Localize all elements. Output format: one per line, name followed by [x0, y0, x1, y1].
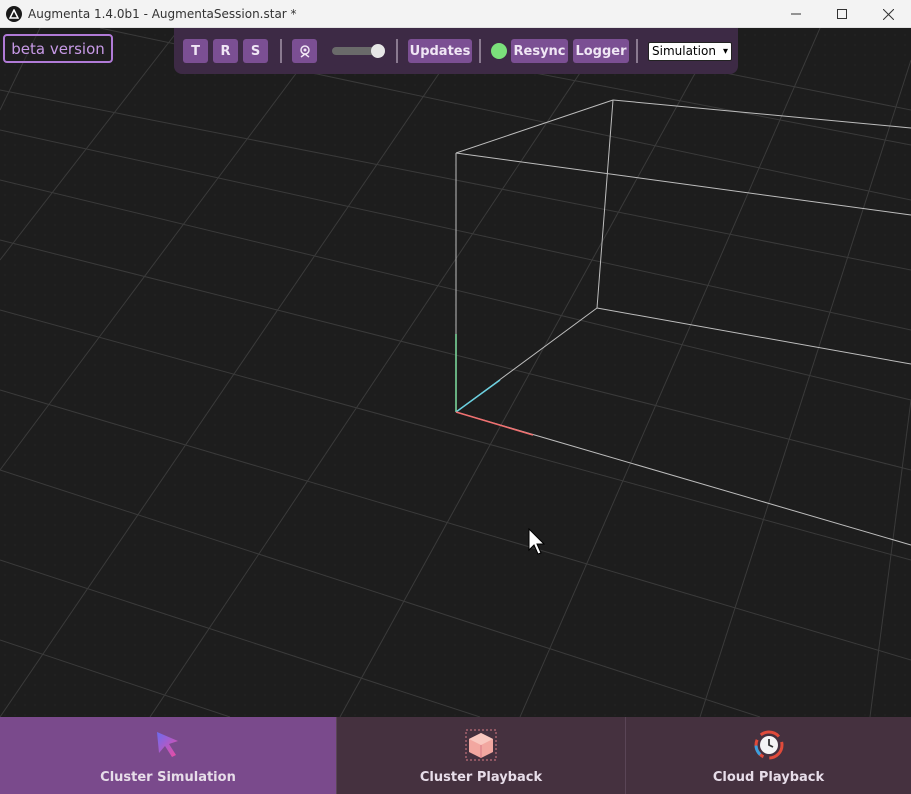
logger-button[interactable]: Logger	[573, 39, 629, 63]
tab-cluster-simulation[interactable]: Cluster Simulation	[0, 717, 336, 794]
tab-cloud-playback[interactable]: Cloud Playback	[625, 717, 911, 794]
translate-button[interactable]: T	[183, 39, 208, 63]
minimize-icon[interactable]	[773, 0, 819, 28]
window-title: Augmenta 1.4.0b1 - AugmentaSession.star …	[28, 6, 297, 21]
title-bar: Augmenta 1.4.0b1 - AugmentaSession.star …	[0, 0, 911, 28]
rotate-button[interactable]: R	[213, 39, 238, 63]
close-icon[interactable]	[865, 0, 911, 28]
scale-button[interactable]: S	[243, 39, 268, 63]
tab-cluster-playback[interactable]: Cluster Playback	[336, 717, 625, 794]
cursor-icon	[154, 729, 182, 763]
connection-status-indicator	[491, 43, 507, 59]
mode-select[interactable]: Simulation ▾	[648, 41, 732, 61]
camera-speed-slider[interactable]	[332, 44, 385, 58]
top-toolbar: T R S Updates Resync Logger Simulation ▾	[174, 28, 738, 74]
updates-button[interactable]: Updates	[408, 39, 472, 63]
chevron-down-icon: ▾	[722, 45, 728, 57]
toolbar-divider	[636, 39, 638, 63]
slider-knob[interactable]	[371, 44, 385, 58]
mouse-pointer-icon	[528, 527, 546, 560]
maximize-icon[interactable]	[819, 0, 865, 28]
camera-icon[interactable]	[292, 39, 317, 63]
3d-viewport[interactable]: beta version T R S Updates Resync Logger…	[0, 28, 911, 717]
toolbar-divider	[396, 39, 398, 63]
tab-label: Cluster Playback	[419, 770, 543, 785]
beta-version-badge: beta version	[3, 34, 113, 63]
mode-select-value: Simulation	[652, 44, 716, 58]
scene-grid	[0, 28, 911, 717]
toolbar-divider	[280, 39, 282, 63]
app-window: Augmenta 1.4.0b1 - AugmentaSession.star …	[0, 0, 911, 794]
clock-icon	[753, 729, 785, 765]
cube-icon	[465, 729, 497, 765]
resync-button[interactable]: Resync	[511, 39, 568, 63]
bottom-tab-bar: Cluster Simulation Cluster Playback Clou…	[0, 717, 911, 794]
tab-label: Cluster Simulation	[100, 770, 236, 785]
tab-label: Cloud Playback	[712, 770, 825, 785]
toolbar-divider	[479, 39, 481, 63]
app-logo-icon	[6, 5, 22, 22]
